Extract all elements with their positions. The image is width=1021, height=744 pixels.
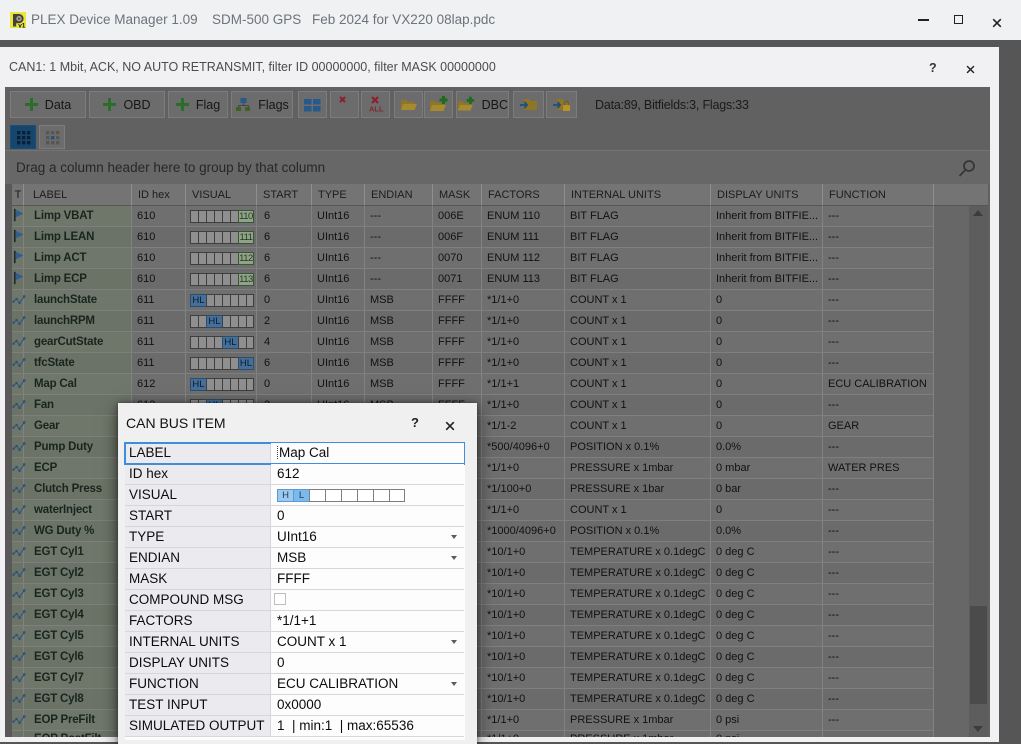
svg-text:ALL: ALL [369,105,384,114]
